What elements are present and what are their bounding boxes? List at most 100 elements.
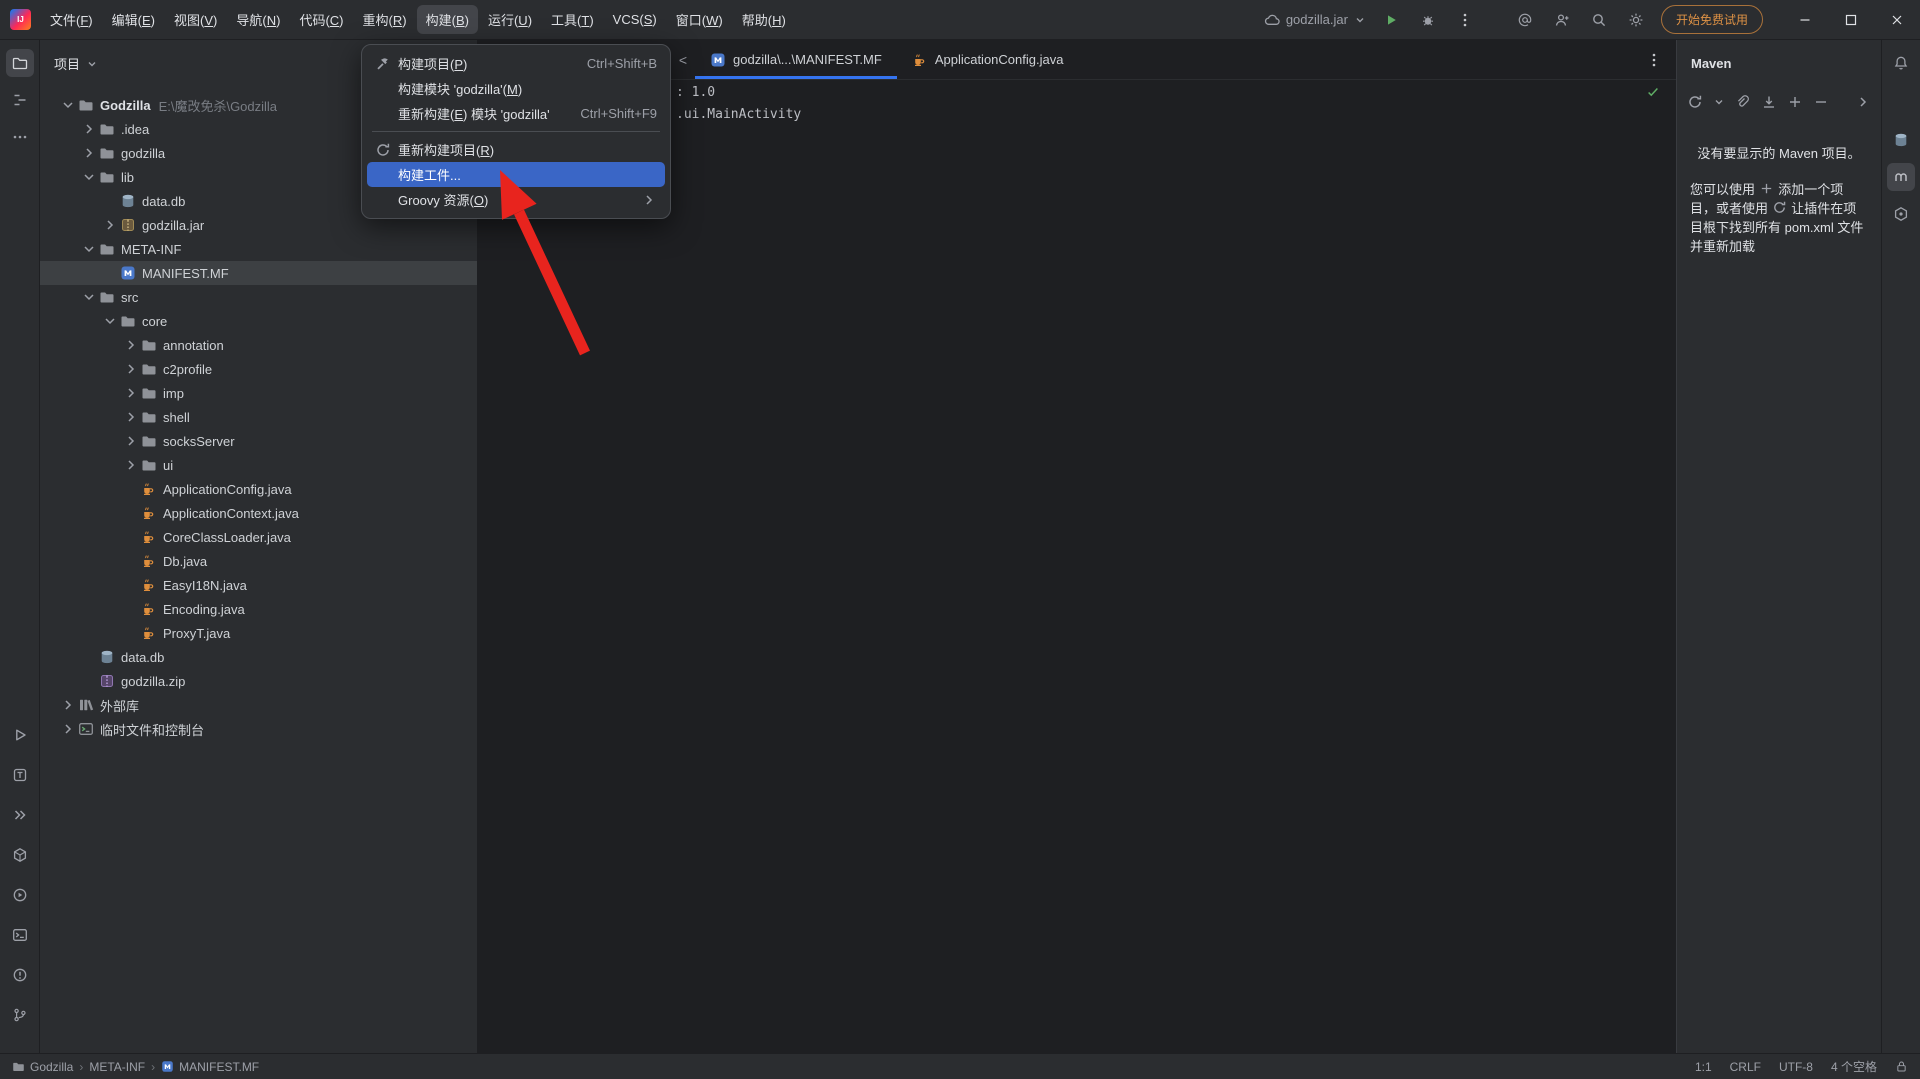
tree-row-core[interactable]: core	[40, 309, 477, 333]
menubar-navigate[interactable]: 导航(N)	[227, 5, 289, 34]
chevron-right-icon[interactable]	[120, 409, 141, 425]
services-tool-icon[interactable]	[6, 881, 34, 909]
version-control-tool-icon[interactable]	[6, 1001, 34, 1029]
more-actions-icon[interactable]	[1453, 8, 1477, 32]
menubar-edit[interactable]: 编辑(E)	[103, 5, 164, 34]
tree-row-ui[interactable]: ui	[40, 453, 477, 477]
tree-row-applicationcontext-java[interactable]: ApplicationContext.java	[40, 501, 477, 525]
tab-overflow-indicator[interactable]: <	[671, 52, 695, 68]
chevron-right-icon[interactable]	[57, 721, 78, 737]
tree-row-manifest-mf[interactable]: MANIFEST.MF	[40, 261, 477, 285]
tree-row-annotation[interactable]: annotation	[40, 333, 477, 357]
breadcrumb-meta-inf[interactable]: META-INF	[89, 1060, 145, 1074]
menu-item-groovy-resources[interactable]: Groovy 资源(O)	[367, 187, 665, 212]
search-everywhere-icon[interactable]	[1587, 8, 1611, 32]
tree-row-src[interactable]: src	[40, 285, 477, 309]
menubar-code[interactable]: 代码(C)	[290, 5, 352, 34]
tree-row-meta-inf[interactable]: META-INF	[40, 237, 477, 261]
tree-row-coreclassloader-java[interactable]: CoreClassLoader.java	[40, 525, 477, 549]
chevron-down-icon[interactable]	[99, 313, 120, 329]
build-tool-icon[interactable]	[6, 841, 34, 869]
tree-row-easyi18n-java[interactable]: EasyI18N.java	[40, 573, 477, 597]
tree-row-data-db[interactable]: data.db	[40, 645, 477, 669]
dependencies-tool-icon[interactable]	[1887, 200, 1915, 228]
chevron-down-icon[interactable]	[78, 169, 99, 185]
tree-row-proxyt-java[interactable]: ProxyT.java	[40, 621, 477, 645]
tree-row-db-java[interactable]: Db.java	[40, 549, 477, 573]
editor-surface[interactable]: : 1.0 .ui.MainActivity	[478, 80, 1676, 1053]
maven-chevron-down-sm-icon[interactable]	[1713, 96, 1725, 108]
menubar-vcs[interactable]: VCS(S)	[604, 7, 666, 32]
maven-add-icon[interactable]	[1787, 94, 1803, 110]
chevron-down-icon[interactable]	[57, 97, 78, 113]
menu-item-rebuild-project[interactable]: 重新构建项目(R)	[367, 137, 665, 162]
line-separator-widget[interactable]: CRLF	[1730, 1060, 1761, 1074]
run-configuration-selector[interactable]: godzilla.jar	[1264, 12, 1366, 28]
menubar-build[interactable]: 构建(B)	[416, 5, 478, 34]
notifications-icon[interactable]	[1887, 49, 1915, 77]
problems-tool-icon[interactable]	[6, 961, 34, 989]
readonly-lock-icon[interactable]	[1895, 1060, 1908, 1073]
chevron-right-icon[interactable]	[120, 337, 141, 353]
tree-row-socksserver[interactable]: socksServer	[40, 429, 477, 453]
menu-item-build-project[interactable]: 构建项目(P) Ctrl+Shift+B	[367, 51, 665, 76]
chevron-down-icon[interactable]	[78, 241, 99, 257]
maven-sync-icon[interactable]	[1687, 94, 1703, 110]
todo-tool-icon[interactable]	[6, 761, 34, 789]
editor-tab-manifest[interactable]: godzilla\...\MANIFEST.MF	[695, 40, 897, 79]
maven-remove-icon[interactable]	[1813, 94, 1829, 110]
tree-row-applicationconfig-java[interactable]: ApplicationConfig.java	[40, 477, 477, 501]
menubar-tools[interactable]: 工具(T)	[542, 5, 603, 34]
run-tool-icon[interactable]	[6, 721, 34, 749]
debug-button[interactable]	[1416, 8, 1440, 32]
tree-row-imp[interactable]: imp	[40, 381, 477, 405]
chevron-right-icon[interactable]	[78, 145, 99, 161]
chevron-down-icon[interactable]	[78, 289, 99, 305]
chevron-right-icon[interactable]	[120, 457, 141, 473]
tree-row-item-26[interactable]: 临时文件和控制台	[40, 717, 477, 741]
chevron-right-icon[interactable]	[78, 121, 99, 137]
database-tool-icon[interactable]	[1887, 126, 1915, 154]
more-tool-windows-icon[interactable]	[6, 801, 34, 829]
more-tools-icon[interactable]	[6, 123, 34, 151]
menubar-window[interactable]: 窗口(W)	[667, 5, 732, 34]
close-button[interactable]	[1874, 5, 1920, 34]
at-icon[interactable]	[1513, 8, 1537, 32]
structure-tool-icon[interactable]	[6, 86, 34, 114]
menubar-view[interactable]: 视图(V)	[165, 5, 226, 34]
tree-row-shell[interactable]: shell	[40, 405, 477, 429]
encoding-widget[interactable]: UTF-8	[1779, 1060, 1813, 1074]
breadcrumb-godzilla[interactable]: Godzilla	[12, 1060, 73, 1074]
menubar-help[interactable]: 帮助(H)	[733, 5, 795, 34]
settings-icon[interactable]	[1624, 8, 1648, 32]
menubar-refactor[interactable]: 重构(R)	[354, 5, 416, 34]
menu-item-build-module[interactable]: 构建模块 'godzilla'(M)	[367, 76, 665, 101]
chevron-right-icon[interactable]	[99, 217, 120, 233]
chevron-right-icon[interactable]	[120, 361, 141, 377]
menu-item-build-artifacts[interactable]: 构建工件...	[367, 162, 665, 187]
run-button[interactable]	[1379, 8, 1403, 32]
breadcrumb-manifest-mf[interactable]: MANIFEST.MF	[161, 1060, 259, 1074]
menubar-file[interactable]: 文件(F)	[41, 5, 102, 34]
caret-position-widget[interactable]: 1:1	[1695, 1060, 1712, 1074]
maven-tool-icon[interactable]	[1887, 163, 1915, 191]
chevron-right-icon[interactable]	[57, 697, 78, 713]
tree-row-encoding-java[interactable]: Encoding.java	[40, 597, 477, 621]
tree-row-item-25[interactable]: 外部库	[40, 693, 477, 717]
chevron-right-icon[interactable]	[120, 433, 141, 449]
terminal-tool-icon[interactable]	[6, 921, 34, 949]
start-trial-button[interactable]: 开始免费试用	[1660, 5, 1763, 34]
project-tool-icon[interactable]	[5, 49, 34, 77]
chevron-right-icon[interactable]	[120, 385, 141, 401]
maven-collapse-icon[interactable]	[1855, 94, 1871, 110]
maven-download-icon[interactable]	[1761, 94, 1777, 110]
code-with-me-icon[interactable]	[1550, 8, 1574, 32]
minimize-button[interactable]	[1782, 5, 1828, 34]
maximize-button[interactable]	[1828, 5, 1874, 34]
inspections-ok-icon[interactable]	[1646, 85, 1660, 99]
menubar-run[interactable]: 运行(U)	[479, 5, 541, 34]
tree-row-c2profile[interactable]: c2profile	[40, 357, 477, 381]
indent-widget[interactable]: 4 个空格	[1831, 1058, 1877, 1075]
menu-item-rebuild-module[interactable]: 重新构建(E) 模块 'godzilla' Ctrl+Shift+F9	[367, 101, 665, 126]
editor-tab-applicationconfig[interactable]: ApplicationConfig.java	[897, 40, 1079, 79]
